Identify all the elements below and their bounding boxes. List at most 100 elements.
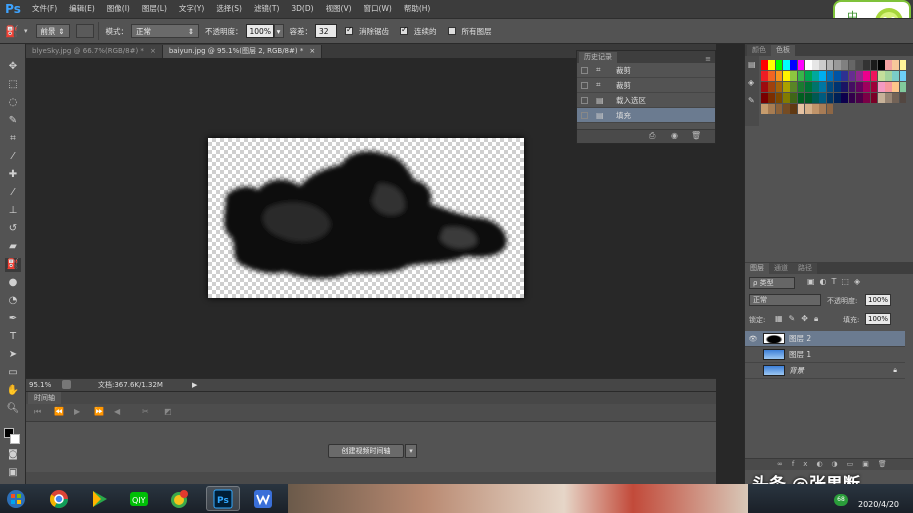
close-icon[interactable]: × bbox=[150, 47, 156, 55]
menu-item[interactable]: 文字(Y) bbox=[173, 0, 210, 18]
color-swatch[interactable] bbox=[855, 60, 863, 70]
doc-tab-blyesky[interactable]: blyeSky.jpg @ 66.7%(RGB/8#) * × bbox=[26, 45, 163, 58]
history-item[interactable]: ▤ 填充 bbox=[577, 108, 715, 123]
color-swatch[interactable] bbox=[877, 60, 885, 70]
lock-icons[interactable]: ▦✎✥🔒︎ bbox=[775, 314, 824, 324]
mode-select[interactable]: 正常 ⇕ bbox=[131, 24, 200, 38]
pattern-picker[interactable] bbox=[75, 24, 94, 38]
transition-icon[interactable]: ◩ bbox=[164, 407, 172, 416]
color-swatch[interactable] bbox=[790, 71, 797, 81]
clone-stamp-tool-icon[interactable]: ⊥ bbox=[5, 204, 21, 218]
color-swatch[interactable] bbox=[826, 104, 834, 114]
color-swatch[interactable] bbox=[761, 93, 768, 103]
all-layers-checkbox[interactable] bbox=[447, 27, 456, 35]
layer-filter-select[interactable]: ρ 类型 bbox=[749, 277, 795, 289]
color-swatch[interactable] bbox=[761, 60, 768, 70]
paint-bucket-tool-icon[interactable]: ⛽ bbox=[5, 258, 21, 272]
color-swatch[interactable] bbox=[892, 82, 900, 92]
layer-name[interactable]: 图层 2 bbox=[789, 333, 811, 344]
tab-history[interactable]: 历史记录 bbox=[579, 52, 617, 63]
color-swatch[interactable] bbox=[848, 82, 856, 92]
color-swatch[interactable] bbox=[768, 93, 776, 103]
layer-opacity-input[interactable]: 100% bbox=[865, 294, 891, 306]
filter-icons[interactable]: ▣◐T⬚◈ bbox=[807, 277, 865, 286]
menu-item[interactable]: 3D(D) bbox=[285, 0, 319, 18]
color-swatch[interactable] bbox=[885, 71, 892, 81]
history-checkbox[interactable] bbox=[581, 96, 588, 104]
doc-tab-baiyun[interactable]: baiyun.jpg @ 95.1%(图层 2, RGB/8#) * × bbox=[162, 45, 323, 58]
color-swatch[interactable] bbox=[855, 93, 863, 103]
color-swatch[interactable] bbox=[768, 71, 776, 81]
color-swatch[interactable] bbox=[797, 104, 805, 114]
hand-tool-icon[interactable]: ✋ bbox=[5, 384, 21, 398]
color-swatch[interactable] bbox=[841, 60, 849, 70]
tab-channels[interactable]: 通道 bbox=[769, 263, 793, 274]
menu-item[interactable]: 窗口(W) bbox=[358, 0, 398, 18]
layer-row[interactable]: 👁︎ 图层 2 bbox=[745, 331, 905, 347]
lasso-tool-icon[interactable]: ◌ bbox=[5, 96, 21, 110]
color-swatch[interactable] bbox=[761, 104, 768, 114]
color-swatch[interactable] bbox=[877, 93, 885, 103]
color-swatch[interactable] bbox=[870, 71, 878, 81]
tab-timeline[interactable]: 时间轴 bbox=[28, 392, 61, 404]
tolerance-input[interactable]: 32 bbox=[315, 24, 338, 38]
photoshop-taskbar-icon[interactable]: Ps bbox=[206, 486, 240, 511]
eye-icon[interactable]: 👁︎ bbox=[747, 335, 759, 343]
create-video-timeline-button[interactable]: 创建视频时间轴 bbox=[328, 444, 404, 458]
color-swatch[interactable] bbox=[775, 82, 783, 92]
history-item[interactable]: ⌗ 裁剪 bbox=[577, 78, 715, 93]
color-swatch[interactable] bbox=[819, 93, 827, 103]
tab-paths[interactable]: 路径 bbox=[793, 263, 817, 274]
color-swatch[interactable] bbox=[848, 60, 856, 70]
color-swatch[interactable] bbox=[863, 71, 870, 81]
eraser-tool-icon[interactable]: ▰ bbox=[5, 240, 21, 254]
shape-tool-icon[interactable]: ▭ bbox=[5, 366, 21, 380]
color-swatch[interactable] bbox=[775, 71, 783, 81]
color-swatch[interactable] bbox=[885, 93, 892, 103]
layer-actions[interactable]: ∞fx◐◑▭▣🗑︎ bbox=[745, 458, 913, 470]
trash-icon[interactable]: 🗑︎ bbox=[691, 131, 701, 140]
eyedropper-tool-icon[interactable]: ⁄ bbox=[5, 150, 21, 164]
layer-row[interactable]: 图层 1 bbox=[745, 347, 905, 363]
paint-bucket-icon[interactable]: ⛽ bbox=[0, 25, 24, 38]
color-swatch[interactable] bbox=[819, 82, 827, 92]
layer-row[interactable]: 背景 🔒︎ bbox=[745, 363, 905, 379]
chevron-down-icon[interactable]: ▾ bbox=[24, 27, 28, 35]
fill-source-select[interactable]: 前景 ⇕ bbox=[35, 24, 70, 38]
camera-icon[interactable]: ◉ bbox=[671, 131, 678, 140]
color-swatch[interactable] bbox=[841, 71, 849, 81]
menu-item[interactable]: 滤镜(T) bbox=[248, 0, 285, 18]
quick-select-tool-icon[interactable]: ✎ bbox=[5, 114, 21, 128]
menu-item[interactable]: 图像(I) bbox=[101, 0, 136, 18]
color-swatch[interactable] bbox=[790, 93, 797, 103]
pen-tool-icon[interactable]: ✒ bbox=[5, 312, 21, 326]
history-checkbox[interactable] bbox=[581, 111, 588, 119]
audio-icon[interactable]: ◀ bbox=[114, 407, 120, 416]
crop-tool-icon[interactable]: ⌗ bbox=[5, 132, 21, 146]
quick-mask-icon[interactable]: ◙ bbox=[5, 448, 21, 462]
opacity-input[interactable]: 100% bbox=[245, 24, 274, 38]
color-swatch[interactable] bbox=[870, 82, 878, 92]
swatch-grid[interactable] bbox=[761, 60, 911, 120]
color-swatch[interactable] bbox=[812, 71, 819, 81]
color-swatch[interactable] bbox=[877, 71, 885, 81]
opacity-dropdown[interactable]: ▾ bbox=[273, 24, 284, 38]
swatch-tool-icon[interactable]: ◈ bbox=[748, 78, 754, 87]
color-swatch[interactable] bbox=[885, 82, 892, 92]
color-swatch[interactable] bbox=[782, 60, 790, 70]
swatch-tool-icon[interactable]: ▤ bbox=[748, 60, 756, 69]
color-swatch[interactable] bbox=[812, 93, 819, 103]
antialias-checkbox[interactable] bbox=[345, 25, 354, 35]
blur-tool-icon[interactable]: ● bbox=[5, 276, 21, 290]
color-swatch[interactable] bbox=[819, 104, 827, 114]
status-icon[interactable] bbox=[62, 380, 71, 389]
start-button[interactable] bbox=[2, 486, 30, 511]
close-icon[interactable]: × bbox=[309, 47, 315, 55]
path-select-tool-icon[interactable]: ➤ bbox=[5, 348, 21, 362]
color-swatch[interactable] bbox=[782, 104, 790, 114]
marquee-tool-icon[interactable]: ⬚ bbox=[5, 78, 21, 92]
color-swatch[interactable] bbox=[848, 71, 856, 81]
color-swatch[interactable] bbox=[870, 60, 878, 70]
zoom-level[interactable]: 95.1% bbox=[29, 379, 51, 391]
menu-item[interactable]: 选择(S) bbox=[210, 0, 248, 18]
